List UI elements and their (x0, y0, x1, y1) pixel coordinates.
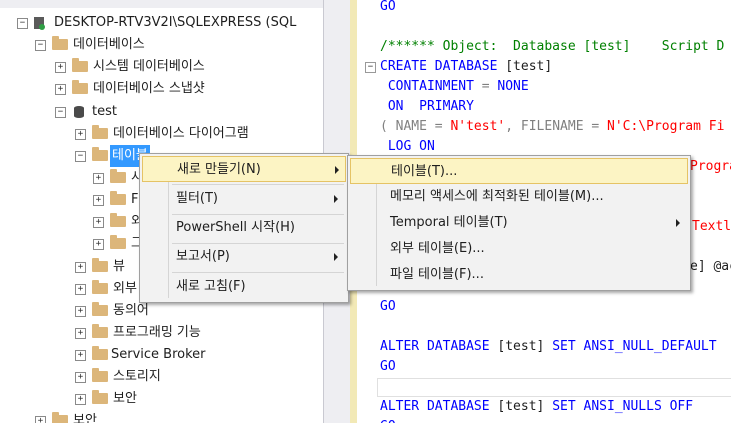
folder-icon (72, 80, 88, 94)
code-line: GO (380, 359, 396, 374)
expand-icon[interactable]: + (55, 62, 66, 73)
expand-icon[interactable]: + (93, 239, 104, 250)
menu-item-label: 보고서(P) (176, 249, 230, 264)
menu-item-label: 외부 테이블(E)... (390, 241, 485, 256)
tree-label: 데이터베이스 다이어그램 (113, 126, 249, 141)
database-icon (74, 106, 84, 118)
current-line-highlight (377, 378, 731, 397)
tree-label: Service Broker (111, 347, 206, 362)
tree-label: 뷰 (113, 259, 125, 274)
folder-icon (92, 324, 108, 338)
submenu-arrow-icon (334, 195, 338, 203)
menu-item-refresh[interactable]: 새로 고침(F) (142, 274, 346, 300)
code-line: ALTER DATABASE [test] SET ANSI_NULL_DEFA… (380, 339, 717, 354)
expand-icon[interactable]: + (75, 350, 86, 361)
menu-item-table[interactable]: 테이블(T)... (350, 158, 688, 184)
menu-item-filter[interactable]: 필터(T) (142, 186, 346, 212)
folder-icon (72, 58, 88, 72)
tree-label: 시스템 데이터베이스 (93, 59, 205, 74)
collapse-icon[interactable]: − (17, 18, 28, 29)
submenu-new: 테이블(T)... 메모리 액세스에 최적화된 테이블(M)... Tempor… (347, 155, 691, 291)
expand-icon[interactable]: + (93, 195, 104, 206)
tree-label: 데이터베이스 스냅샷 (93, 81, 205, 96)
server-label: DESKTOP-RTV3V2I\SQLEXPRESS (SQL (54, 15, 297, 30)
tree-label: 프로그래밍 기능 (113, 325, 201, 340)
menu-item-label: 새로 만들기(N) (177, 162, 261, 177)
folder-icon (92, 147, 108, 161)
server-icon (34, 17, 45, 30)
expand-icon[interactable]: + (35, 416, 46, 423)
expand-icon[interactable]: + (75, 284, 86, 295)
collapse-icon[interactable]: − (75, 151, 86, 162)
menu-item-label: PowerShell 시작(H) (176, 220, 295, 235)
menu-item-label: 메모리 액세스에 최적화된 테이블(M)... (390, 189, 604, 204)
context-menu: 새로 만들기(N) 필터(T) PowerShell 시작(H) 보고서(P) … (139, 153, 349, 303)
tree-label: 보안 (73, 413, 97, 423)
tree-label: 스토리지 (113, 369, 161, 384)
code-line-peek: Textl (692, 219, 731, 234)
code-line: CREATE DATABASE [test] (380, 59, 553, 74)
menu-item-label: 새로 고침(F) (176, 279, 246, 294)
menu-item-label: 파일 테이블(F)... (390, 267, 484, 282)
submenu-arrow-icon (335, 166, 339, 174)
code-line: GO (380, 299, 396, 314)
folder-icon (92, 280, 108, 294)
expand-icon[interactable]: + (75, 262, 86, 273)
menu-item-label: 필터(T) (176, 191, 219, 206)
expand-icon[interactable]: + (75, 394, 86, 405)
menu-item-new[interactable]: 새로 만들기(N) (142, 156, 346, 182)
folder-icon (110, 235, 126, 249)
menu-separator (172, 272, 344, 273)
expand-icon[interactable]: + (75, 372, 86, 383)
tree-label: test (92, 104, 117, 119)
folder-icon (52, 412, 68, 423)
submenu-arrow-icon (676, 219, 680, 227)
tree-label: 데이터베이스 (73, 37, 145, 52)
menu-item-powershell[interactable]: PowerShell 시작(H) (142, 215, 346, 241)
menu-item-file-table[interactable]: 파일 테이블(F)... (350, 262, 688, 288)
folder-icon (52, 36, 68, 50)
tree-label: 동의어 (113, 303, 149, 318)
expand-icon[interactable]: + (75, 306, 86, 317)
folder-icon (92, 390, 108, 404)
folder-icon (92, 125, 108, 139)
folder-icon (110, 191, 126, 205)
tree-label: 외부 (113, 281, 137, 296)
menu-item-temporal-table[interactable]: Temporal 테이블(T) (350, 210, 688, 236)
expand-icon[interactable]: + (55, 84, 66, 95)
code-line: ( NAME = N'test', FILENAME = N'C:\Progra… (380, 119, 725, 134)
expand-icon[interactable]: + (75, 129, 86, 140)
submenu-arrow-icon (334, 253, 338, 261)
folder-icon (110, 169, 126, 183)
code-line: GO (380, 417, 396, 423)
collapse-icon[interactable]: − (55, 107, 66, 118)
menu-item-external-table[interactable]: 외부 테이블(E)... (350, 236, 688, 262)
expand-icon[interactable]: + (75, 328, 86, 339)
tree-label: F (131, 192, 139, 207)
menu-item-label: 테이블(T)... (391, 164, 458, 179)
folder-icon (92, 368, 108, 382)
menu-item-memory-table[interactable]: 메모리 액세스에 최적화된 테이블(M)... (350, 184, 688, 210)
code-line-peek: Progra (690, 159, 731, 174)
code-line: ON PRIMARY (380, 99, 474, 114)
code-line: /****** Object: Database [test] Script D (380, 39, 725, 54)
code-line-peek: e] @ac (690, 259, 731, 274)
code-line: ALTER DATABASE [test] SET ANSI_NULLS OFF (380, 399, 694, 414)
code-line: CONTAINMENT = NONE (380, 79, 529, 94)
code-line: GO (380, 0, 396, 14)
expand-icon[interactable]: + (93, 173, 104, 184)
expand-icon[interactable]: + (93, 217, 104, 228)
code-line: LOG ON (380, 139, 435, 154)
collapse-region-icon[interactable]: − (365, 62, 376, 73)
tree-label: 보안 (113, 391, 137, 406)
menu-item-label: Temporal 테이블(T) (390, 215, 508, 230)
folder-icon (92, 302, 108, 316)
menu-item-reports[interactable]: 보고서(P) (142, 244, 346, 270)
folder-icon (110, 213, 126, 227)
menu-separator (172, 184, 344, 185)
folder-icon (92, 258, 108, 272)
collapse-icon[interactable]: − (35, 40, 46, 51)
folder-icon (92, 346, 108, 360)
